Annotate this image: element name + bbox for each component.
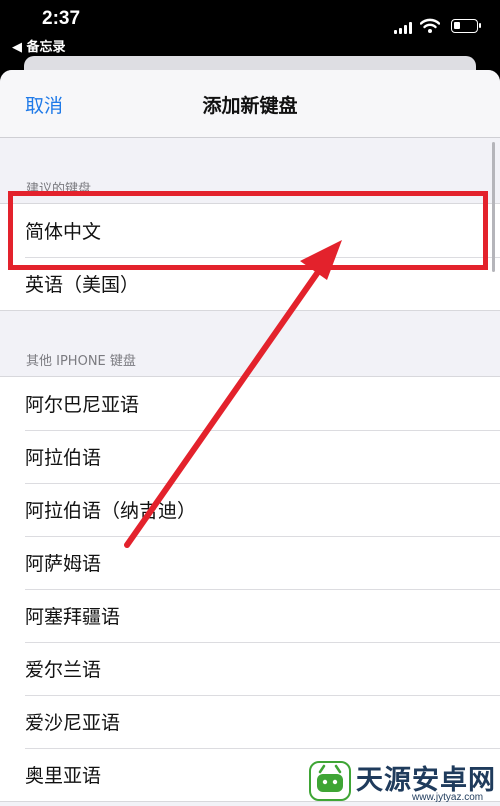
wifi-icon [420,18,440,33]
scrollbar[interactable] [492,142,495,272]
keyboard-item-estonian[interactable]: 爱沙尼亚语 [0,695,500,748]
status-time: 2:37 [42,8,81,29]
navigation-bar: 添加新键盘 取消 [0,70,500,138]
other-keyboards-list: 阿尔巴尼亚语 阿拉伯语 阿拉伯语（纳吉迪） 阿萨姆语 阿塞拜疆语 爱尔兰语 爱沙… [0,376,500,802]
keyboard-item-label: 阿拉伯语（纳吉迪） [25,500,197,522]
keyboard-item-label: 爱沙尼亚语 [25,712,121,734]
keyboard-item-azerbaijani[interactable]: 阿塞拜疆语 [0,589,500,642]
keyboard-item-label: 阿塞拜疆语 [25,606,121,628]
page-title: 添加新键盘 [202,95,298,117]
keyboard-item-arabic[interactable]: 阿拉伯语 [0,430,500,483]
keyboard-item-label: 阿拉伯语 [25,447,102,469]
battery-level [454,22,460,29]
keyboard-item-irish[interactable]: 爱尔兰语 [0,642,500,695]
other-keyboards-header: 其他 IPHONE 键盘 [26,354,136,369]
keyboard-item-label: 阿萨姆语 [25,553,102,575]
watermark: 天源安卓网 www.jytyaz.com [308,756,498,804]
keyboard-item-label: 阿尔巴尼亚语 [25,394,140,416]
keyboard-item-assamese[interactable]: 阿萨姆语 [0,536,500,589]
keyboard-item-albanian[interactable]: 阿尔巴尼亚语 [0,377,500,430]
battery-icon [451,19,481,33]
add-keyboard-sheet: 添加新键盘 取消 建议的键盘 简体中文 英语（美国） 其他 IPHONE 键盘 … [0,70,500,806]
keyboard-item-label: 奥里亚语 [25,765,102,787]
watermark-url: www.jytyaz.com [412,792,484,803]
keyboard-item-label: 爱尔兰语 [25,659,102,681]
cellular-signal-icon [394,22,414,34]
back-to-notes-link[interactable]: ◀ 备忘录 [12,36,66,55]
highlight-box [8,191,488,270]
status-bar: 2:37 ◀ 备忘录 [0,0,500,56]
keyboard-item-label: 英语（美国） [25,274,140,296]
keyboard-item-arabic-najdi[interactable]: 阿拉伯语（纳吉迪） [0,483,500,536]
watermark-logo-icon [309,761,351,801]
cancel-button[interactable]: 取消 [25,91,63,118]
